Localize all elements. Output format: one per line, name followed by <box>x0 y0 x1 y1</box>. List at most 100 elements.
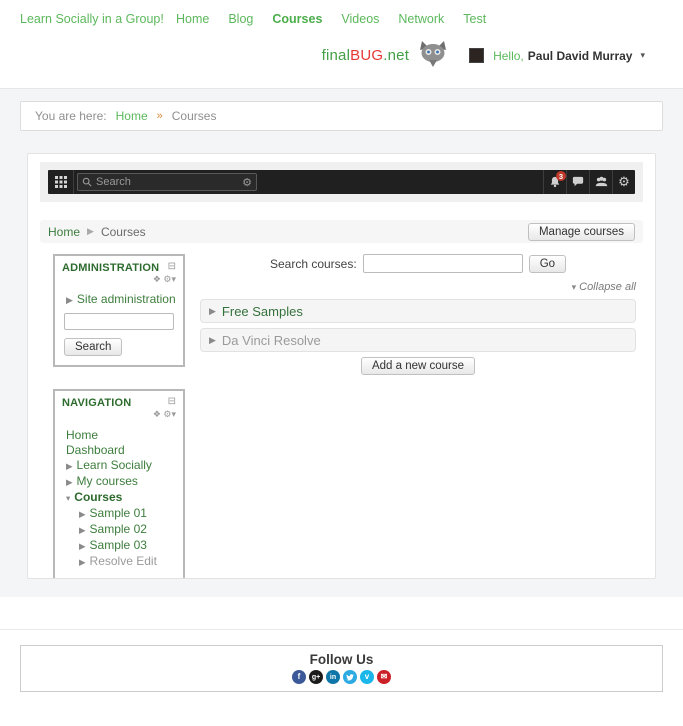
top-nav-videos[interactable]: Videos <box>341 12 379 26</box>
admin-search-input[interactable] <box>64 313 174 330</box>
add-course-button[interactable]: Add a new course <box>361 357 475 375</box>
collapse-all-link[interactable]: ▾Collapse all <box>200 281 636 293</box>
chevron-right-icon: ▶ <box>66 461 73 471</box>
search-icon <box>82 177 92 187</box>
chevron-right-icon: ▶ <box>66 295 73 305</box>
twitter-icon[interactable] <box>343 670 357 684</box>
search-courses-label: Search courses: <box>270 257 357 271</box>
linkedin-icon[interactable]: in <box>326 670 340 684</box>
nav-tree-item[interactable]: ▶ Learn Socially <box>62 458 176 474</box>
category-row[interactable]: ▶ Free Samples <box>200 299 636 323</box>
chevron-right-icon: ▶ <box>79 557 86 567</box>
admin-toolbar: ⚙ 3 <box>48 170 635 194</box>
block-collapse-icon[interactable]: ⊟ <box>168 397 176 407</box>
nav-tree-label: Dashboard <box>66 443 125 457</box>
caret-down-icon: ▾ <box>572 282 577 292</box>
top-nav-courses[interactable]: Courses <box>272 12 322 26</box>
nav-tree-item[interactable]: Dashboard <box>62 443 176 458</box>
content-row: ADMINISTRATION ⊟ ❖ ⚙▾ ▶Site administrati… <box>40 254 643 579</box>
breadcrumb-arrow-icon: ▶ <box>87 226 94 237</box>
top-nav-blog[interactable]: Blog <box>228 12 253 26</box>
navigation-block: NAVIGATION ⊟ ❖ ⚙▾ HomeDashboard ▶ Learn So… <box>53 389 185 579</box>
site-administration-link[interactable]: ▶Site administration <box>66 292 176 306</box>
footer-divider <box>0 629 683 630</box>
chevron-right-icon: ▶ <box>79 541 86 551</box>
page-breadcrumb: Home ▶ Courses Manage courses <box>40 220 643 243</box>
toolbar-band: ⚙ 3 <box>40 162 643 202</box>
logo-row: finalBUG.net Hello, Paul David Murray ▾ <box>322 40 645 71</box>
page-body: You are here: Home » Courses <box>0 89 683 597</box>
user-menu-caret-icon[interactable]: ▾ <box>640 50 645 61</box>
administration-block-title: ADMINISTRATION <box>62 262 159 274</box>
vimeo-icon[interactable]: v <box>360 670 374 684</box>
page-breadcrumb-current: Courses <box>101 225 146 239</box>
social-icons-row: fg+in v✉ <box>21 670 662 684</box>
search-courses-row: Search courses: Go <box>200 254 636 273</box>
nav-tree-label: Home <box>66 428 98 442</box>
main-card: ⚙ 3 <box>27 153 656 579</box>
owl-mascot-icon <box>417 40 449 71</box>
nav-tree-item[interactable]: Home <box>62 428 176 443</box>
site-logo[interactable]: finalBUG.net <box>322 47 409 64</box>
facebook-icon[interactable]: f <box>292 670 306 684</box>
page-breadcrumb-home-link[interactable]: Home <box>48 225 80 239</box>
block-move-icon[interactable]: ❖ <box>153 274 161 284</box>
footer: Follow Us fg+in v✉ <box>0 629 683 692</box>
nav-tree-label: My courses <box>77 474 138 488</box>
block-actions[interactable]: ❖ ⚙▾ <box>62 274 176 287</box>
manage-courses-button[interactable]: Manage courses <box>528 223 635 241</box>
email-icon[interactable]: ✉ <box>377 670 391 684</box>
site-tagline: Learn Socially in a Group! <box>20 12 164 26</box>
breadcrumb-home-link[interactable]: Home <box>116 109 148 123</box>
toolbar-search: ⚙ <box>77 170 257 194</box>
messages-chat-icon[interactable] <box>566 170 589 194</box>
administration-block: ADMINISTRATION ⊟ ❖ ⚙▾ ▶Site administrati… <box>53 254 185 367</box>
chevron-right-icon: ▶ <box>79 509 86 519</box>
block-config-gear-icon[interactable]: ⚙▾ <box>163 274 176 284</box>
nav-tree-item[interactable]: ▶Resolve Edit <box>62 554 176 570</box>
nav-tree-label: Sample 03 <box>90 538 147 552</box>
users-group-icon[interactable] <box>589 170 612 194</box>
search-courses-input[interactable] <box>363 254 523 273</box>
notifications-bell-icon[interactable]: 3 <box>543 170 566 194</box>
nav-tree-label: Learn Socially <box>77 458 152 472</box>
category-row[interactable]: ▶Da Vinci Resolve <box>200 328 636 352</box>
user-greeting: Hello, <box>493 49 524 63</box>
user-avatar[interactable] <box>469 48 484 63</box>
google-plus-icon[interactable]: g+ <box>309 670 323 684</box>
nav-tree-label: Sample 01 <box>90 506 147 520</box>
chevron-down-icon: ▾ <box>66 493 70 503</box>
block-move-icon[interactable]: ❖ <box>153 409 161 419</box>
category-name: Free Samples <box>222 304 303 319</box>
toolbar-search-box[interactable]: ⚙ <box>77 173 257 191</box>
settings-gear-icon[interactable]: ⚙ <box>612 170 635 194</box>
block-collapse-icon[interactable]: ⊟ <box>168 262 176 272</box>
toolbar-search-input[interactable] <box>96 176 242 188</box>
top-nav: Home Blog Courses Videos Network Test <box>176 12 486 26</box>
nav-tree-item[interactable]: ▾Courses <box>62 490 176 506</box>
nav-tree-item[interactable]: ▶ Sample 02 <box>62 522 176 538</box>
breadcrumb: You are here: Home » Courses <box>20 101 663 131</box>
user-name[interactable]: Paul David Murray <box>528 49 633 63</box>
top-nav-test[interactable]: Test <box>463 12 486 26</box>
nav-tree-item[interactable]: ▶ Sample 01 <box>62 506 176 522</box>
top-nav-network[interactable]: Network <box>398 12 444 26</box>
navigation-tree: HomeDashboard▶Learn Socially▶My courses▾… <box>62 428 176 570</box>
search-settings-gear-icon[interactable]: ⚙ <box>242 176 252 189</box>
category-list: ▶ Free Samples ▶Da Vinci Resolve <box>200 299 636 352</box>
block-config-gear-icon[interactable]: ⚙▾ <box>163 409 176 419</box>
block-actions[interactable]: ❖ ⚙▾ <box>62 409 176 422</box>
admin-search-button[interactable]: Search <box>64 338 122 356</box>
chevron-right-icon: ▶ <box>209 306 216 317</box>
site-header: Learn Socially in a Group! Home Blog Cours… <box>0 0 683 89</box>
nav-tree-item[interactable]: ▶My courses <box>62 474 176 490</box>
apps-grid-icon[interactable] <box>48 170 74 194</box>
chevron-right-icon: ▶ <box>79 525 86 535</box>
go-button[interactable]: Go <box>529 255 566 273</box>
nav-tree-item[interactable]: ▶ Sample 03 <box>62 538 176 554</box>
follow-us-title: Follow Us <box>21 652 662 667</box>
top-nav-home[interactable]: Home <box>176 12 209 26</box>
nav-tree-label: Sample 02 <box>90 522 147 536</box>
navigation-block-title: NAVIGATION <box>62 397 131 409</box>
breadcrumb-prefix: You are here: <box>35 109 107 123</box>
